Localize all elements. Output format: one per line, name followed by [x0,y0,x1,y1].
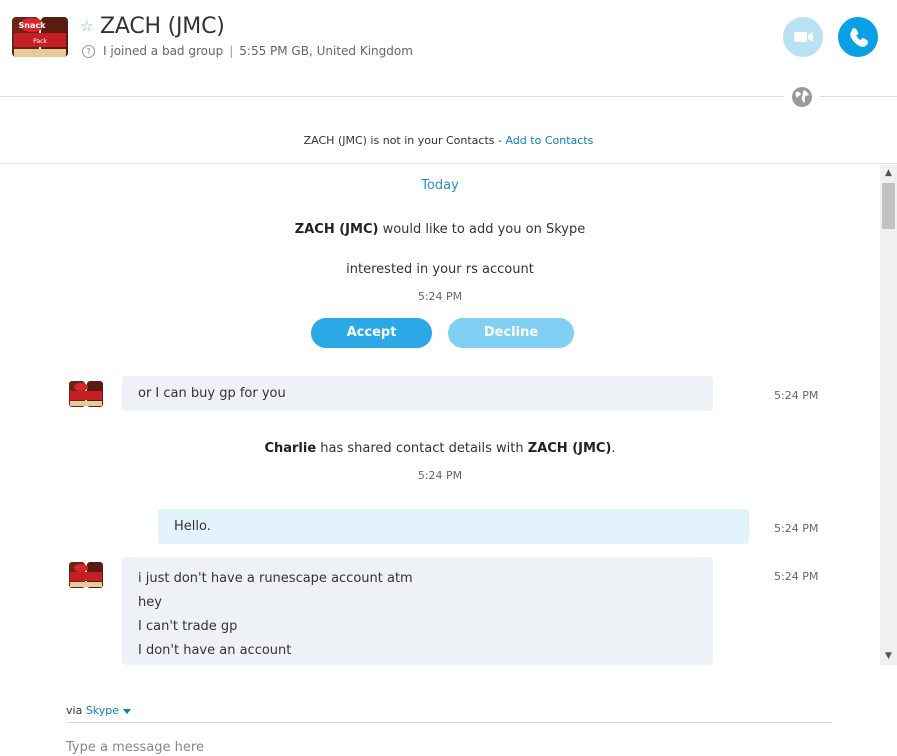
message-line: I don't have an account [138,643,292,658]
video-call-button[interactable] [783,17,823,57]
video-camera-icon [794,32,813,42]
via-label: via [66,704,86,717]
scrollbar-thumb[interactable] [882,183,895,229]
separator: | [229,44,234,58]
shared-contact-event: Charlie has shared contact details with … [0,441,880,456]
shared-actor: Charlie [264,441,317,456]
scroll-up-arrow-icon[interactable]: ▲ [880,165,897,182]
composer-divider [66,722,832,723]
shared-end: . [611,441,616,456]
message-timestamp: 5:24 PM [774,522,819,535]
chevron-down-icon[interactable] [123,708,132,714]
add-to-contacts-link[interactable]: Add to Contacts [505,134,593,147]
svg-text:Pack: Pack [33,38,47,45]
contact-mood-row: ? I joined a bad group | 5:55 PM GB, United… [82,44,413,58]
scroll-down-arrow-icon[interactable]: ▼ [880,648,897,665]
via-service-link[interactable]: Skype [86,704,119,717]
message-text: or I can buy gp for you [138,386,286,401]
phone-icon [850,28,868,47]
notice-text: ZACH (JMC) is not in your Contacts - [303,134,506,147]
svg-text:Snack: Snack [19,21,47,30]
accept-button[interactable]: Accept [311,318,432,348]
scrollbar-track[interactable] [880,165,897,665]
via-service-selector[interactable]: via Skype [66,704,132,717]
globe-button[interactable] [784,84,820,110]
message-timestamp: 5:24 PM [774,570,819,583]
date-divider: Today [421,178,459,193]
shared-text: has shared contact details with [316,441,528,456]
local-time: 5:55 PM GB, United Kingdom [239,44,413,58]
mood-message: I joined a bad group [103,44,224,58]
not-in-contacts-notice: ZACH (JMC) is not in your Contacts - Add… [0,134,897,147]
globe-icon [792,87,812,107]
outgoing-message[interactable]: Hello. [158,509,749,544]
shared-timestamp: 5:24 PM [417,469,463,482]
request-sender: ZACH (JMC) [294,222,379,237]
audio-call-button[interactable] [838,17,878,57]
contact-request-title: ZACH (JMC) would like to add you on Skyp… [0,222,880,237]
message-line: hey [138,595,162,610]
question-icon: ? [82,45,95,58]
message-line: i just don't have a runescape account at… [138,571,413,586]
shared-target: ZACH (JMC) [527,441,612,456]
request-timestamp: 5:24 PM [417,290,463,303]
contact-avatar[interactable]: Snack Pack [10,11,70,63]
notice-divider [0,163,897,164]
message-line: I can't trade gp [138,619,238,634]
incoming-message-group[interactable]: i just don't have a runescape account at… [122,557,713,665]
contact-request-message: interested in your rs account [346,262,534,277]
sender-avatar[interactable] [68,378,104,410]
message-input[interactable] [66,738,766,756]
message-text: Hello. [174,519,211,534]
request-text: would like to add you on Skype [378,222,586,237]
decline-button[interactable]: Decline [448,318,574,348]
contact-name: ZACH (JMC) [100,14,225,39]
incoming-message[interactable]: or I can buy gp for you [122,376,713,411]
message-timestamp: 5:24 PM [774,389,819,402]
favorite-star-icon[interactable]: ☆ [80,19,94,34]
sender-avatar[interactable] [68,559,104,591]
header-divider [0,96,897,97]
